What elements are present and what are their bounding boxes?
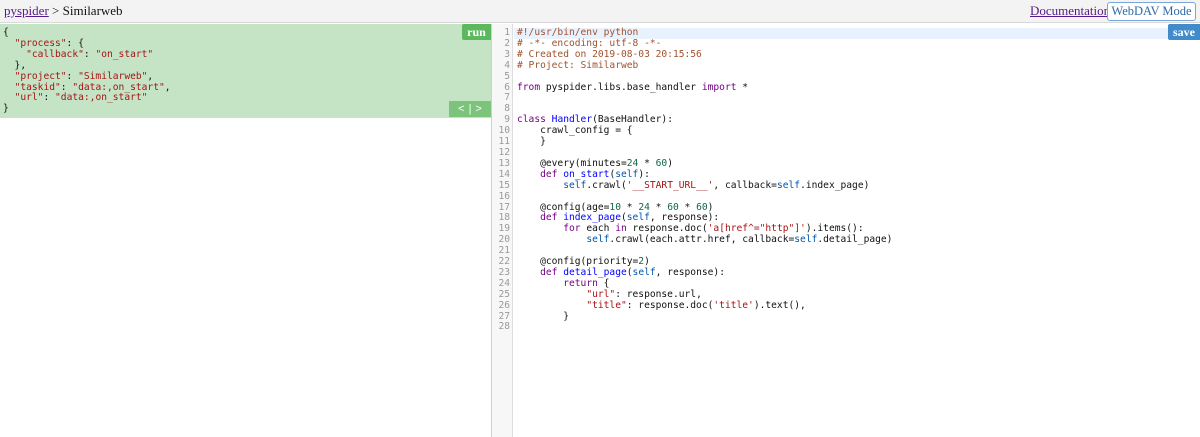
project-name: Similarweb xyxy=(62,3,123,18)
line-number: 28 xyxy=(498,321,510,333)
breadcrumb-separator: > xyxy=(52,3,60,18)
webdav-mode-button[interactable]: WebDAV Mode xyxy=(1107,2,1196,21)
code-line: self.crawl('__START_URL__', callback=sel… xyxy=(563,179,870,191)
breadcrumb-home-link[interactable]: pyspider xyxy=(4,3,49,18)
code-line: "title": response.doc('title').text(), xyxy=(586,299,806,311)
code-line: # Project: Similarweb xyxy=(517,59,639,71)
task-editor[interactable]: { "process": { "callback": "on_start" },… xyxy=(0,24,491,118)
breadcrumb: pyspider > Similarweb xyxy=(4,3,123,19)
code-line: } xyxy=(517,136,546,148)
code-editor[interactable]: 1 2 3 4 5 6 7 8 9 10 11 12 13 14 15 16 17 18 19 20 21 22 23 24 2… xyxy=(492,24,1200,437)
task-json-line: "url": "data:,on_start" xyxy=(14,92,148,104)
line-number: 16 xyxy=(498,190,510,202)
code-line: from pyspider.libs.base_handler import * xyxy=(517,81,749,93)
task-json-line: "callback": "on_start" xyxy=(26,48,154,60)
prev-task-button[interactable]: < xyxy=(456,103,466,115)
code-content[interactable]: #!/usr/bin/env python # -*- encoding: utf… xyxy=(517,27,893,333)
line-number-gutter: 1 2 3 4 5 6 7 8 9 10 11 12 13 14 15 16 17 18 19 20 21 22 23 24 2… xyxy=(492,24,513,437)
line-number: 26 xyxy=(498,299,510,311)
code-line: ​ xyxy=(517,322,892,333)
save-button[interactable]: save xyxy=(1168,24,1200,40)
task-json-line: } xyxy=(3,103,9,115)
line-number: 15 xyxy=(498,179,510,191)
code-line: crawl_config = { xyxy=(517,125,633,137)
code-line: self.crawl(each.attr.href, callback=self… xyxy=(586,234,893,246)
next-task-button[interactable]: > xyxy=(473,103,483,115)
debug-panel: { "process": { "callback": "on_start" },… xyxy=(0,24,491,437)
line-number: 5 xyxy=(504,70,510,82)
line-numbers: 1 2 3 4 5 6 7 8 9 10 11 12 13 14 15 16 17 18 19 20 21 22 23 24 2… xyxy=(492,27,510,333)
documentation-link[interactable]: Documentation xyxy=(1030,3,1110,19)
task-pager: < | > xyxy=(449,101,491,117)
line-number: 4 xyxy=(504,59,510,71)
code-line: } xyxy=(517,310,569,322)
top-bar: pyspider > Similarweb Documentation WebD… xyxy=(0,0,1200,23)
code-line: ​ xyxy=(517,93,892,104)
run-button[interactable]: run xyxy=(462,24,491,40)
task-json[interactable]: { "process": { "callback": "on_start" },… xyxy=(3,27,171,115)
